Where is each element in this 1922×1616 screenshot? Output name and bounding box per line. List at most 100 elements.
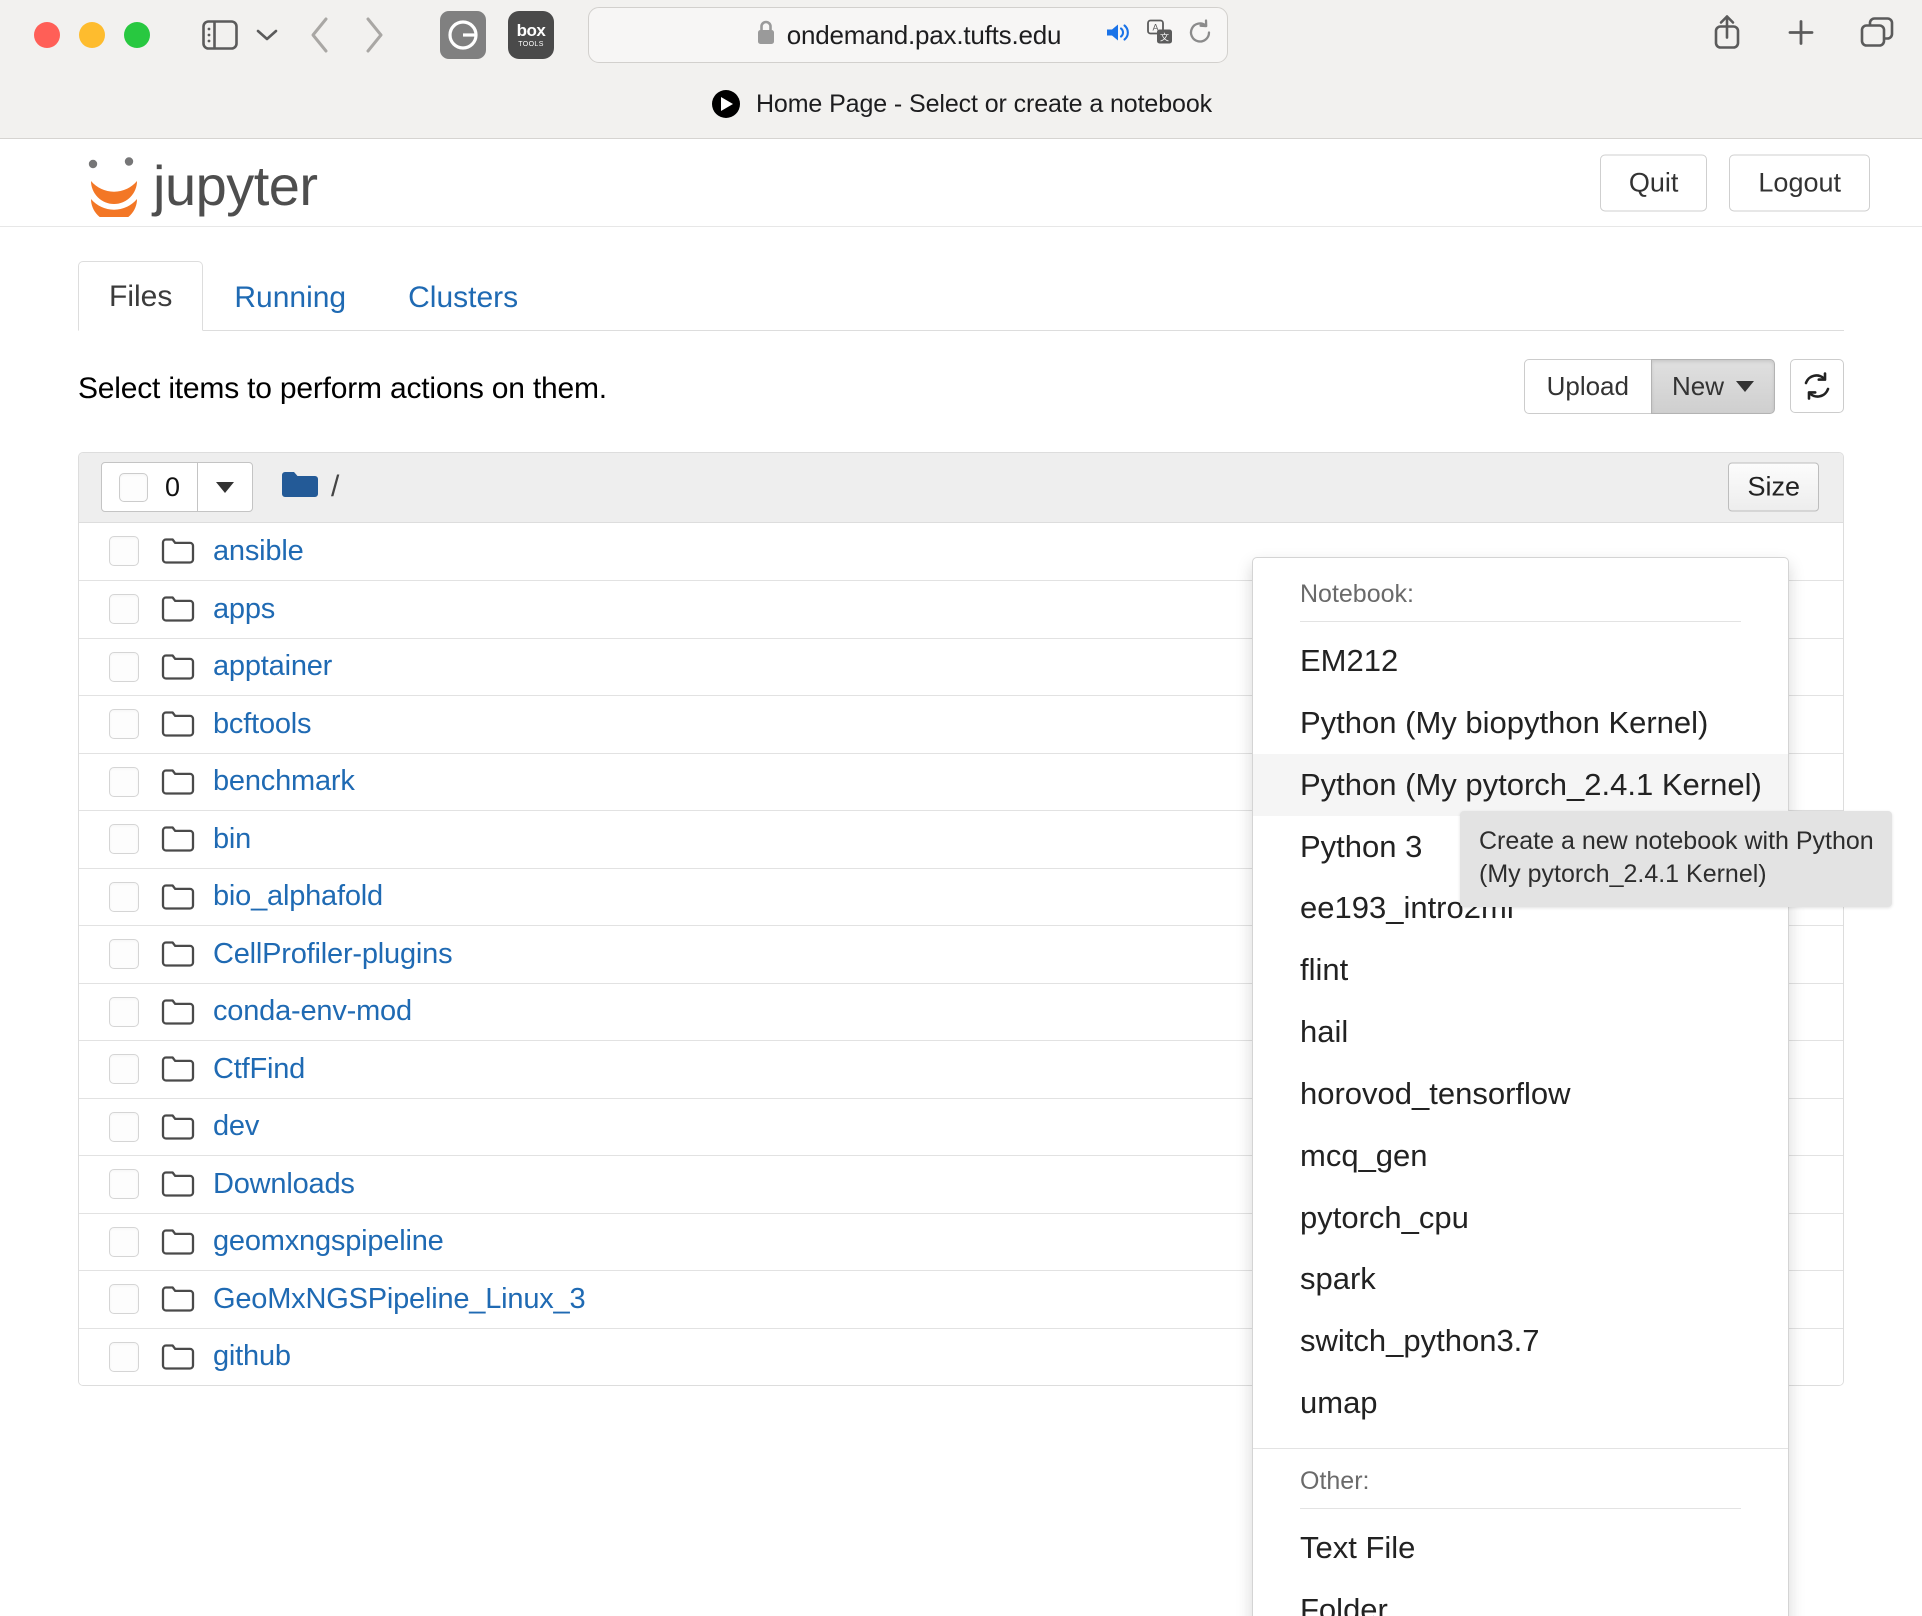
browser-tab-strip[interactable]: Home Page - Select or create a notebook: [0, 70, 1922, 138]
select-items-hint: Select items to perform actions on them.: [78, 371, 607, 405]
menu-item-notebook[interactable]: flint: [1253, 939, 1788, 1001]
box-tools-sublabel: TOOLS: [518, 41, 544, 48]
file-name-link[interactable]: CellProfiler-plugins: [213, 938, 453, 971]
row-checkbox[interactable]: [109, 1284, 139, 1315]
menu-item-notebook[interactable]: Python (My biopython Kernel): [1253, 692, 1788, 754]
file-name-link[interactable]: geomxngspipeline: [213, 1225, 444, 1258]
menu-item-other[interactable]: Folder: [1253, 1579, 1788, 1616]
menu-group-separator: [1253, 1447, 1788, 1449]
minimize-window-button[interactable]: [79, 22, 105, 48]
other-items-list: Text FileFolderTerminal: [1253, 1517, 1788, 1616]
tab-clusters[interactable]: Clusters: [377, 262, 549, 331]
file-actions: Upload New: [1523, 358, 1844, 414]
file-name-link[interactable]: bio_alphafold: [213, 880, 383, 913]
grammarly-extension-icon[interactable]: [440, 11, 486, 59]
menu-item-notebook[interactable]: mcq_gen: [1253, 1125, 1788, 1187]
select-all-checkbox[interactable]: [119, 472, 148, 502]
folder-icon: [161, 1055, 195, 1083]
browser-chrome: box TOOLS ondemand.pax.tufts.edu A文 Home…: [0, 0, 1922, 139]
row-checkbox[interactable]: [109, 996, 139, 1027]
file-name-link[interactable]: Downloads: [213, 1168, 355, 1201]
menu-item-notebook[interactable]: Python (My pytorch_2.4.1 Kernel): [1253, 753, 1788, 816]
file-name-link[interactable]: apps: [213, 593, 275, 626]
jupyter-logo-icon: [84, 155, 144, 222]
file-name-link[interactable]: GeoMxNGSPipeline_Linux_3: [213, 1283, 586, 1316]
folder-icon: [161, 825, 195, 853]
new-button[interactable]: New: [1650, 358, 1775, 414]
row-checkbox[interactable]: [109, 709, 139, 740]
browser-toolbar: box TOOLS ondemand.pax.tufts.edu A文: [0, 0, 1922, 70]
header-actions: Quit Logout: [1599, 153, 1870, 212]
row-checkbox[interactable]: [109, 824, 139, 855]
breadcrumb-root[interactable]: /: [331, 470, 339, 504]
tab-running[interactable]: Running: [203, 262, 377, 331]
box-tools-extension-icon[interactable]: box TOOLS: [508, 11, 554, 59]
new-tab-icon[interactable]: [1786, 18, 1816, 53]
speaker-playing-icon[interactable]: [1105, 21, 1133, 50]
file-name-link[interactable]: benchmark: [213, 765, 355, 798]
menu-item-notebook[interactable]: spark: [1253, 1248, 1788, 1310]
row-checkbox[interactable]: [109, 1341, 139, 1372]
caret-down-icon: [1736, 380, 1754, 392]
menu-item-notebook[interactable]: umap: [1253, 1372, 1788, 1434]
logout-button[interactable]: Logout: [1729, 153, 1870, 212]
refresh-button[interactable]: [1790, 359, 1844, 413]
row-checkbox[interactable]: [109, 939, 139, 970]
row-checkbox[interactable]: [109, 536, 139, 567]
menu-item-other[interactable]: Text File: [1253, 1517, 1788, 1579]
browser-right-actions: [1712, 14, 1894, 57]
tab-overview-icon[interactable]: [1860, 17, 1894, 54]
upload-button[interactable]: Upload: [1523, 358, 1652, 414]
select-all-dropdown-button[interactable]: [197, 462, 254, 512]
menu-item-notebook[interactable]: hail: [1253, 1001, 1788, 1063]
other-section-label: Other:: [1300, 1466, 1370, 1495]
file-name-link[interactable]: dev: [213, 1110, 259, 1143]
maximize-window-button[interactable]: [124, 22, 150, 48]
window-traffic-lights[interactable]: [34, 22, 150, 48]
row-checkbox[interactable]: [109, 1111, 139, 1142]
file-name-link[interactable]: github: [213, 1340, 291, 1373]
file-name-link[interactable]: ansible: [213, 535, 304, 568]
forward-button[interactable]: [362, 15, 386, 55]
breadcrumb[interactable]: /: [281, 470, 339, 505]
menu-item-notebook[interactable]: horovod_tensorflow: [1253, 1063, 1788, 1125]
refresh-icon: [1804, 372, 1830, 400]
file-name-link[interactable]: bin: [213, 823, 251, 856]
row-checkbox[interactable]: [109, 1054, 139, 1085]
jupyter-logo[interactable]: jupyter: [84, 153, 318, 222]
selected-count: 0: [165, 471, 181, 502]
folder-icon: [161, 768, 195, 796]
row-checkbox[interactable]: [109, 651, 139, 682]
menu-item-notebook[interactable]: EM212: [1253, 630, 1788, 692]
folder-filled-icon: [281, 470, 319, 505]
file-name-link[interactable]: apptainer: [213, 650, 332, 683]
row-checkbox[interactable]: [109, 881, 139, 912]
reload-icon[interactable]: [1187, 19, 1213, 52]
row-checkbox[interactable]: [109, 1226, 139, 1257]
new-dropdown-menu[interactable]: Notebook: EM212 Python (My biopython Kern…: [1252, 557, 1789, 1616]
file-name-link[interactable]: CtfFind: [213, 1053, 305, 1086]
row-checkbox[interactable]: [109, 594, 139, 625]
select-all-button[interactable]: 0: [101, 462, 199, 512]
share-icon[interactable]: [1712, 14, 1742, 57]
translate-icon[interactable]: A文: [1147, 19, 1173, 51]
quit-button[interactable]: Quit: [1599, 153, 1708, 212]
folder-icon: [161, 1228, 195, 1256]
row-checkbox[interactable]: [109, 1169, 139, 1200]
sidebar-toggle-icon[interactable]: [202, 20, 238, 50]
menu-item-notebook[interactable]: switch_python3.7: [1253, 1310, 1788, 1372]
address-bar[interactable]: ondemand.pax.tufts.edu A文: [588, 7, 1228, 63]
tab-files[interactable]: Files: [78, 261, 204, 331]
folder-icon: [161, 653, 195, 681]
back-button[interactable]: [308, 15, 332, 55]
row-checkbox[interactable]: [109, 766, 139, 797]
select-all-group[interactable]: 0: [101, 462, 254, 512]
size-column-header[interactable]: Size: [1728, 462, 1819, 512]
browser-tab-title[interactable]: Home Page - Select or create a notebook: [756, 90, 1212, 119]
close-window-button[interactable]: [34, 22, 60, 48]
menu-item-notebook[interactable]: pytorch_cpu: [1253, 1187, 1788, 1249]
folder-icon: [161, 1170, 195, 1198]
chevron-down-icon[interactable]: [256, 28, 278, 42]
file-name-link[interactable]: bcftools: [213, 708, 312, 741]
file-name-link[interactable]: conda-env-mod: [213, 995, 412, 1028]
